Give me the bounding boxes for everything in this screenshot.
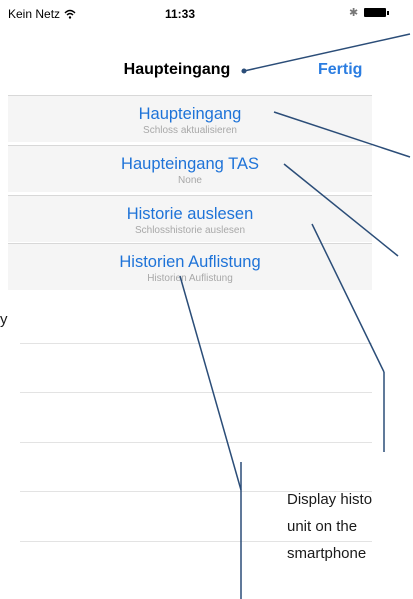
callout-dot-title — [241, 68, 247, 74]
annotation-line-3: smartphone — [287, 545, 367, 562]
callout-line-title — [243, 33, 411, 72]
callout-lines — [179, 33, 411, 599]
callout-line-item-2 — [283, 163, 399, 257]
callout-line-item-3 — [311, 223, 385, 373]
annotation-line-1: Display histo — [287, 491, 373, 508]
annotation-line-2: unit on the — [287, 518, 358, 535]
callout-line-item-1 — [273, 111, 411, 158]
annotation-fragment: y — [0, 311, 8, 328]
callout-line-item-4 — [179, 275, 242, 491]
